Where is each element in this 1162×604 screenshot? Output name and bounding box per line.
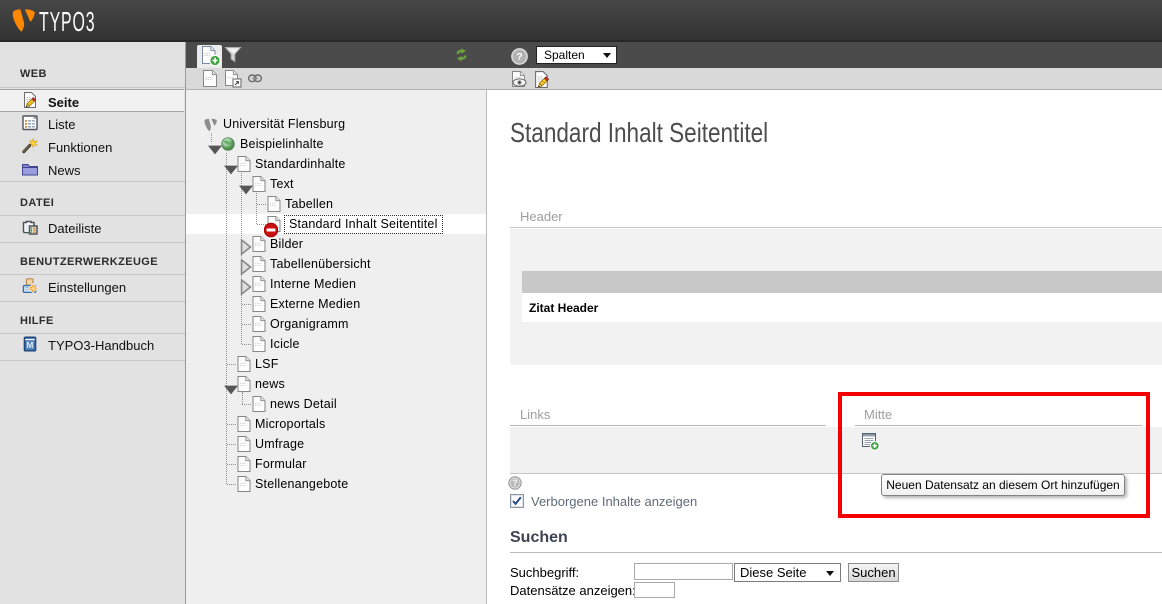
svg-text:M: M xyxy=(27,341,34,350)
svg-text:?: ? xyxy=(512,478,518,488)
svg-text:?: ? xyxy=(516,51,522,63)
